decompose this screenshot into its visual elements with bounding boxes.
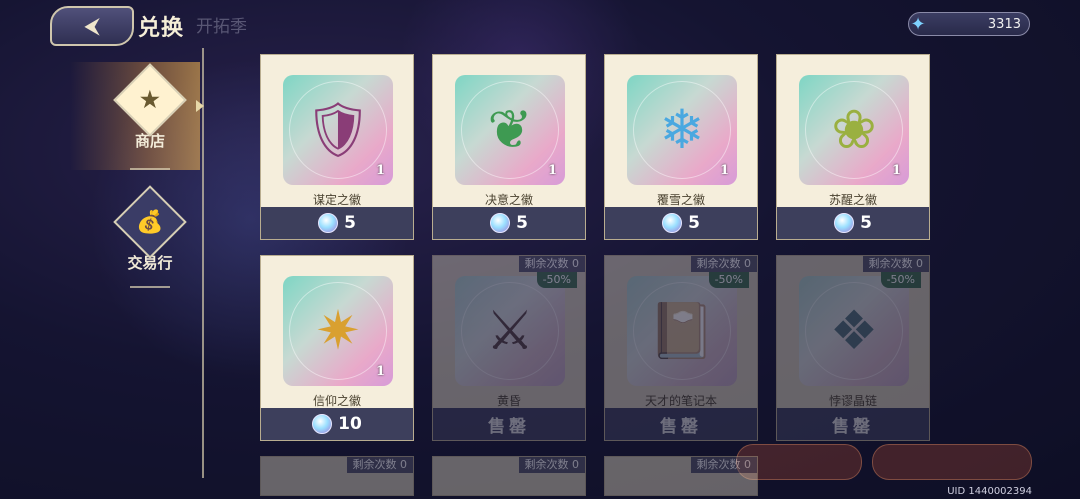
item-quantity: 1	[719, 163, 729, 178]
star-banner-icon: ★	[113, 63, 187, 137]
crystal-currency-icon	[662, 213, 683, 233]
item-name: 悖谬晶链	[828, 394, 877, 408]
shop-item-card[interactable]: 剩余次数 0	[604, 456, 758, 496]
currency-amount: 3313	[987, 16, 1021, 32]
item-price: 10	[338, 414, 362, 434]
item-name: 决意之徽	[484, 193, 533, 207]
money-bag-icon: 💰	[113, 185, 187, 259]
crystal-currency-icon	[834, 213, 855, 233]
item-emblem-icon: 📔	[648, 299, 716, 362]
item-quantity: 1	[375, 163, 385, 178]
shop-item-card[interactable]: 剩余次数 0	[260, 456, 414, 496]
price-bar: 5	[605, 207, 757, 239]
item-price: 5	[860, 213, 872, 233]
item-emblem-icon: ✷	[315, 299, 361, 362]
shop-item-card[interactable]: 剩余次数 0 ⚔ -50% 黄昏售罄	[432, 255, 586, 441]
item-name: 谋定之徽	[312, 193, 361, 207]
item-emblem-icon: ⚔	[485, 299, 535, 362]
sold-out-bar: 售罄	[777, 408, 929, 440]
item-emblem-icon: 🛡	[303, 98, 373, 161]
shop-item-card[interactable]: 剩余次数 0	[432, 456, 586, 496]
item-emblem-icon: ❄	[659, 98, 705, 161]
currency-display: ✦ 3313	[908, 12, 1030, 36]
item-price: 5	[344, 213, 356, 233]
remaining-count-badge: 剩余次数 0	[518, 457, 585, 473]
back-arrow-icon: ⮜	[84, 13, 100, 39]
item-name: 天才的笔记本	[644, 394, 717, 408]
user-id: UID 1440002394	[947, 486, 1032, 497]
crystal-currency-icon: ✦	[910, 13, 926, 35]
item-price: 5	[688, 213, 700, 233]
sold-out-bar: 售罄	[605, 408, 757, 440]
shop-item-card[interactable]: ❄ 1 覆雪之徽 5	[604, 54, 758, 240]
sidebar-divider-line	[202, 48, 204, 478]
item-quantity: 1	[547, 163, 557, 178]
price-bar: 5	[261, 207, 413, 239]
item-name: 苏醒之徽	[828, 193, 877, 207]
item-emblem-icon: ❀	[831, 98, 877, 161]
sidebar-separator	[130, 168, 170, 170]
background-button	[872, 444, 1032, 480]
item-name: 信仰之徽	[312, 394, 361, 408]
sidebar-item-shop[interactable]: ★ 商店	[110, 63, 190, 151]
discount-badge: -50%	[536, 272, 577, 288]
sidebar-active-marker	[196, 100, 204, 112]
sold-out-label: 售罄	[832, 416, 874, 437]
item-name: 覆雪之徽	[656, 193, 705, 207]
crystal-currency-icon	[312, 414, 333, 434]
shop-item-card[interactable]: ❦ 1 决意之徽 5	[432, 54, 586, 240]
shop-item-card[interactable]: ✷ 1 信仰之徽 10	[260, 255, 414, 441]
sidebar-separator	[130, 286, 170, 288]
item-image: ⚔	[455, 276, 565, 386]
item-emblem-icon: ❦	[487, 98, 533, 161]
remaining-count-badge: 剩余次数 0	[518, 256, 585, 272]
item-image: ❖	[799, 276, 909, 386]
shop-item-card[interactable]: 剩余次数 0 ❖ -50% 悖谬晶链售罄	[776, 255, 930, 441]
crystal-currency-icon	[318, 213, 339, 233]
remaining-count-badge: 剩余次数 0	[862, 256, 929, 272]
background-season-title: 开拓季	[196, 17, 247, 37]
item-price: 5	[516, 213, 528, 233]
item-quantity: 1	[375, 364, 385, 379]
sold-out-label: 售罄	[660, 416, 702, 437]
item-emblem-icon: ❖	[829, 299, 879, 362]
item-image: 📔	[627, 276, 737, 386]
discount-badge: -50%	[880, 272, 921, 288]
shop-item-card[interactable]: 🛡 1 谋定之徽 5	[260, 54, 414, 240]
discount-badge: -50%	[708, 272, 749, 288]
remaining-count-badge: 剩余次数 0	[690, 457, 757, 473]
sidebar-item-trading[interactable]: 💰 交易行	[110, 185, 190, 273]
crystal-currency-icon	[490, 213, 511, 233]
remaining-count-badge: 剩余次数 0	[690, 256, 757, 272]
price-bar: 5	[777, 207, 929, 239]
sold-out-label: 售罄	[488, 416, 530, 437]
price-bar: 10	[261, 408, 413, 440]
shop-item-card[interactable]: 剩余次数 0 📔 -50% 天才的笔记本售罄	[604, 255, 758, 441]
remaining-count-badge: 剩余次数 0	[346, 457, 413, 473]
item-quantity: 1	[891, 163, 901, 178]
shop-item-card[interactable]: ❀ 1 苏醒之徽 5	[776, 54, 930, 240]
price-bar: 5	[433, 207, 585, 239]
page-title: 兑换	[138, 15, 185, 41]
sold-out-bar: 售罄	[433, 408, 585, 440]
item-name: 黄昏	[496, 394, 521, 408]
back-button[interactable]: ⮜	[50, 6, 134, 46]
